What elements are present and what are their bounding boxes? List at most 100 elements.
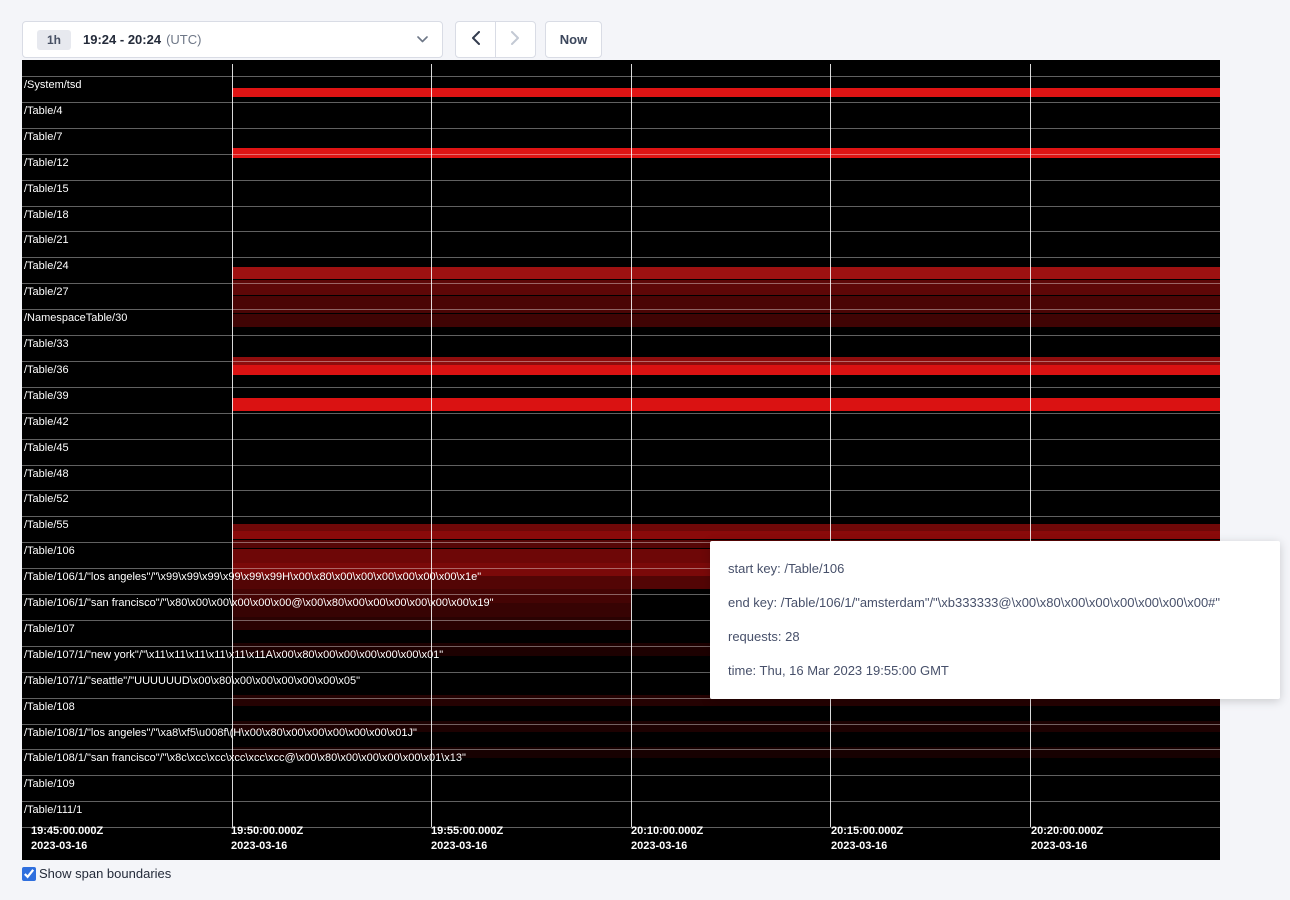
row-label: /Table/48 (24, 468, 69, 480)
row-label: /Table/7 (24, 131, 63, 143)
gridline-horizontal (22, 387, 1220, 388)
gridline-horizontal (22, 102, 1220, 103)
gridline-horizontal (22, 413, 1220, 414)
row-label: /Table/24 (24, 260, 69, 272)
row-label: /Table/52 (24, 493, 69, 505)
time-axis-label: 19:45:00.000Z2023-03-16 (31, 824, 103, 854)
heatmap-band[interactable] (232, 398, 1220, 411)
row-label: /System/tsd (24, 79, 81, 91)
row-label: /Table/21 (24, 234, 69, 246)
gridline-horizontal (22, 439, 1220, 440)
gridline-horizontal (22, 801, 1220, 802)
gridline-horizontal (22, 335, 1220, 336)
row-label: /Table/4 (24, 105, 63, 117)
tooltip-end-key: end key: /Table/106/1/"amsterdam"/"\xb33… (728, 586, 1262, 620)
row-label: /Table/45 (24, 442, 69, 454)
gridline-horizontal (22, 283, 1220, 284)
tooltip-time: time: Thu, 16 Mar 2023 19:55:00 GMT (728, 654, 1262, 688)
row-label: /Table/106 (24, 545, 75, 557)
row-label: /Table/106/1/"los angeles"/"\x99\x99\x99… (24, 571, 481, 583)
show-span-boundaries-row: Show span boundaries (22, 866, 171, 881)
time-axis-date: 2023-03-16 (1031, 839, 1103, 854)
next-time-button[interactable] (495, 21, 536, 58)
time-axis-label: 20:20:00.000Z2023-03-16 (1031, 824, 1103, 854)
time-preset-badge: 1h (37, 30, 71, 50)
row-label: /Table/109 (24, 778, 75, 790)
time-axis-date: 2023-03-16 (31, 839, 103, 854)
tooltip-requests: requests: 28 (728, 620, 1262, 654)
now-button[interactable]: Now (545, 21, 602, 58)
gridline-horizontal (22, 76, 1220, 77)
key-visualizer-page: 1h 19:24 - 20:24 (UTC) Now /System/tsd/T… (0, 0, 1290, 900)
row-label: /NamespaceTable/30 (24, 312, 127, 324)
time-axis-label: 20:15:00.000Z2023-03-16 (831, 824, 903, 854)
gridline-horizontal (22, 180, 1220, 181)
chevron-left-icon (471, 31, 480, 48)
heatmap-band[interactable] (232, 88, 1220, 97)
time-axis-time: 20:15:00.000Z (831, 824, 903, 839)
row-label: /Table/107/1/"new york"/"\x11\x11\x11\x1… (24, 649, 443, 661)
time-axis-time: 19:55:00.000Z (431, 824, 503, 839)
heatmap-band[interactable] (232, 531, 1220, 539)
row-label: /Table/106/1/"san francisco"/"\x80\x00\x… (24, 597, 494, 609)
gridline-horizontal (22, 516, 1220, 517)
heatmap-band[interactable] (232, 267, 1220, 279)
gridline-horizontal (22, 490, 1220, 491)
gridline-horizontal (22, 154, 1220, 155)
gridline-horizontal (22, 257, 1220, 258)
row-label: /Table/111/1 (24, 804, 82, 816)
time-axis-date: 2023-03-16 (231, 839, 303, 854)
time-axis-time: 19:45:00.000Z (31, 824, 103, 839)
gridline-horizontal (22, 206, 1220, 207)
gridline-vertical (830, 64, 831, 827)
row-label: /Table/108/1/"los angeles"/"\xa8\xf5\u00… (24, 727, 417, 739)
row-label: /Table/107 (24, 623, 75, 635)
row-label: /Table/39 (24, 390, 69, 402)
gridline-horizontal (22, 231, 1220, 232)
gridline-horizontal (22, 309, 1220, 310)
row-label: /Table/107/1/"seattle"/"UUUUUUD\x00\x80\… (24, 675, 360, 687)
gridline-vertical (1030, 64, 1031, 827)
timezone-label: (UTC) (166, 32, 201, 47)
time-axis-time: 20:10:00.000Z (631, 824, 703, 839)
show-span-boundaries-checkbox[interactable] (22, 867, 36, 881)
gridline-vertical (631, 64, 632, 827)
gridline-horizontal (22, 775, 1220, 776)
gridline-horizontal (22, 749, 1220, 750)
heatmap-band[interactable] (232, 524, 1220, 531)
row-label: /Table/18 (24, 209, 69, 221)
row-label: /Table/108 (24, 701, 75, 713)
row-label: /Table/15 (24, 183, 69, 195)
time-axis-date: 2023-03-16 (431, 839, 503, 854)
tooltip-start-key: start key: /Table/106 (728, 552, 1262, 586)
hover-tooltip: start key: /Table/106 end key: /Table/10… (710, 541, 1280, 699)
toolbar: 1h 19:24 - 20:24 (UTC) Now (22, 21, 602, 58)
row-label: /Table/55 (24, 519, 69, 531)
gridline-horizontal (22, 465, 1220, 466)
gridline-vertical (431, 64, 432, 827)
row-label: /Table/33 (24, 338, 69, 350)
row-label: /Table/42 (24, 416, 69, 428)
gridline-horizontal (22, 128, 1220, 129)
key-visualizer-canvas[interactable]: /System/tsd/Table/4/Table/7/Table/12/Tab… (22, 60, 1220, 860)
time-range-label: 19:24 - 20:24 (83, 32, 161, 47)
time-axis-date: 2023-03-16 (831, 839, 903, 854)
heatmap-band[interactable] (232, 296, 1220, 313)
time-axis-label: 20:10:00.000Z2023-03-16 (631, 824, 703, 854)
time-axis-time: 20:20:00.000Z (1031, 824, 1103, 839)
chevron-right-icon (511, 31, 520, 48)
time-nav-group (455, 21, 536, 58)
row-label: /Table/108/1/"san francisco"/"\x8c\xcc\x… (24, 752, 466, 764)
heatmap-band[interactable] (232, 365, 1220, 375)
gridline-horizontal (22, 361, 1220, 362)
row-label: /Table/12 (24, 157, 69, 169)
time-range-picker[interactable]: 1h 19:24 - 20:24 (UTC) (22, 21, 443, 58)
gridline-vertical (232, 64, 233, 827)
time-axis-label: 19:55:00.000Z2023-03-16 (431, 824, 503, 854)
time-axis-time: 19:50:00.000Z (231, 824, 303, 839)
time-axis-date: 2023-03-16 (631, 839, 703, 854)
prev-time-button[interactable] (455, 21, 496, 58)
gridline-horizontal (22, 724, 1220, 725)
heatmap-band[interactable] (232, 314, 1220, 327)
show-span-boundaries-label: Show span boundaries (39, 866, 171, 881)
